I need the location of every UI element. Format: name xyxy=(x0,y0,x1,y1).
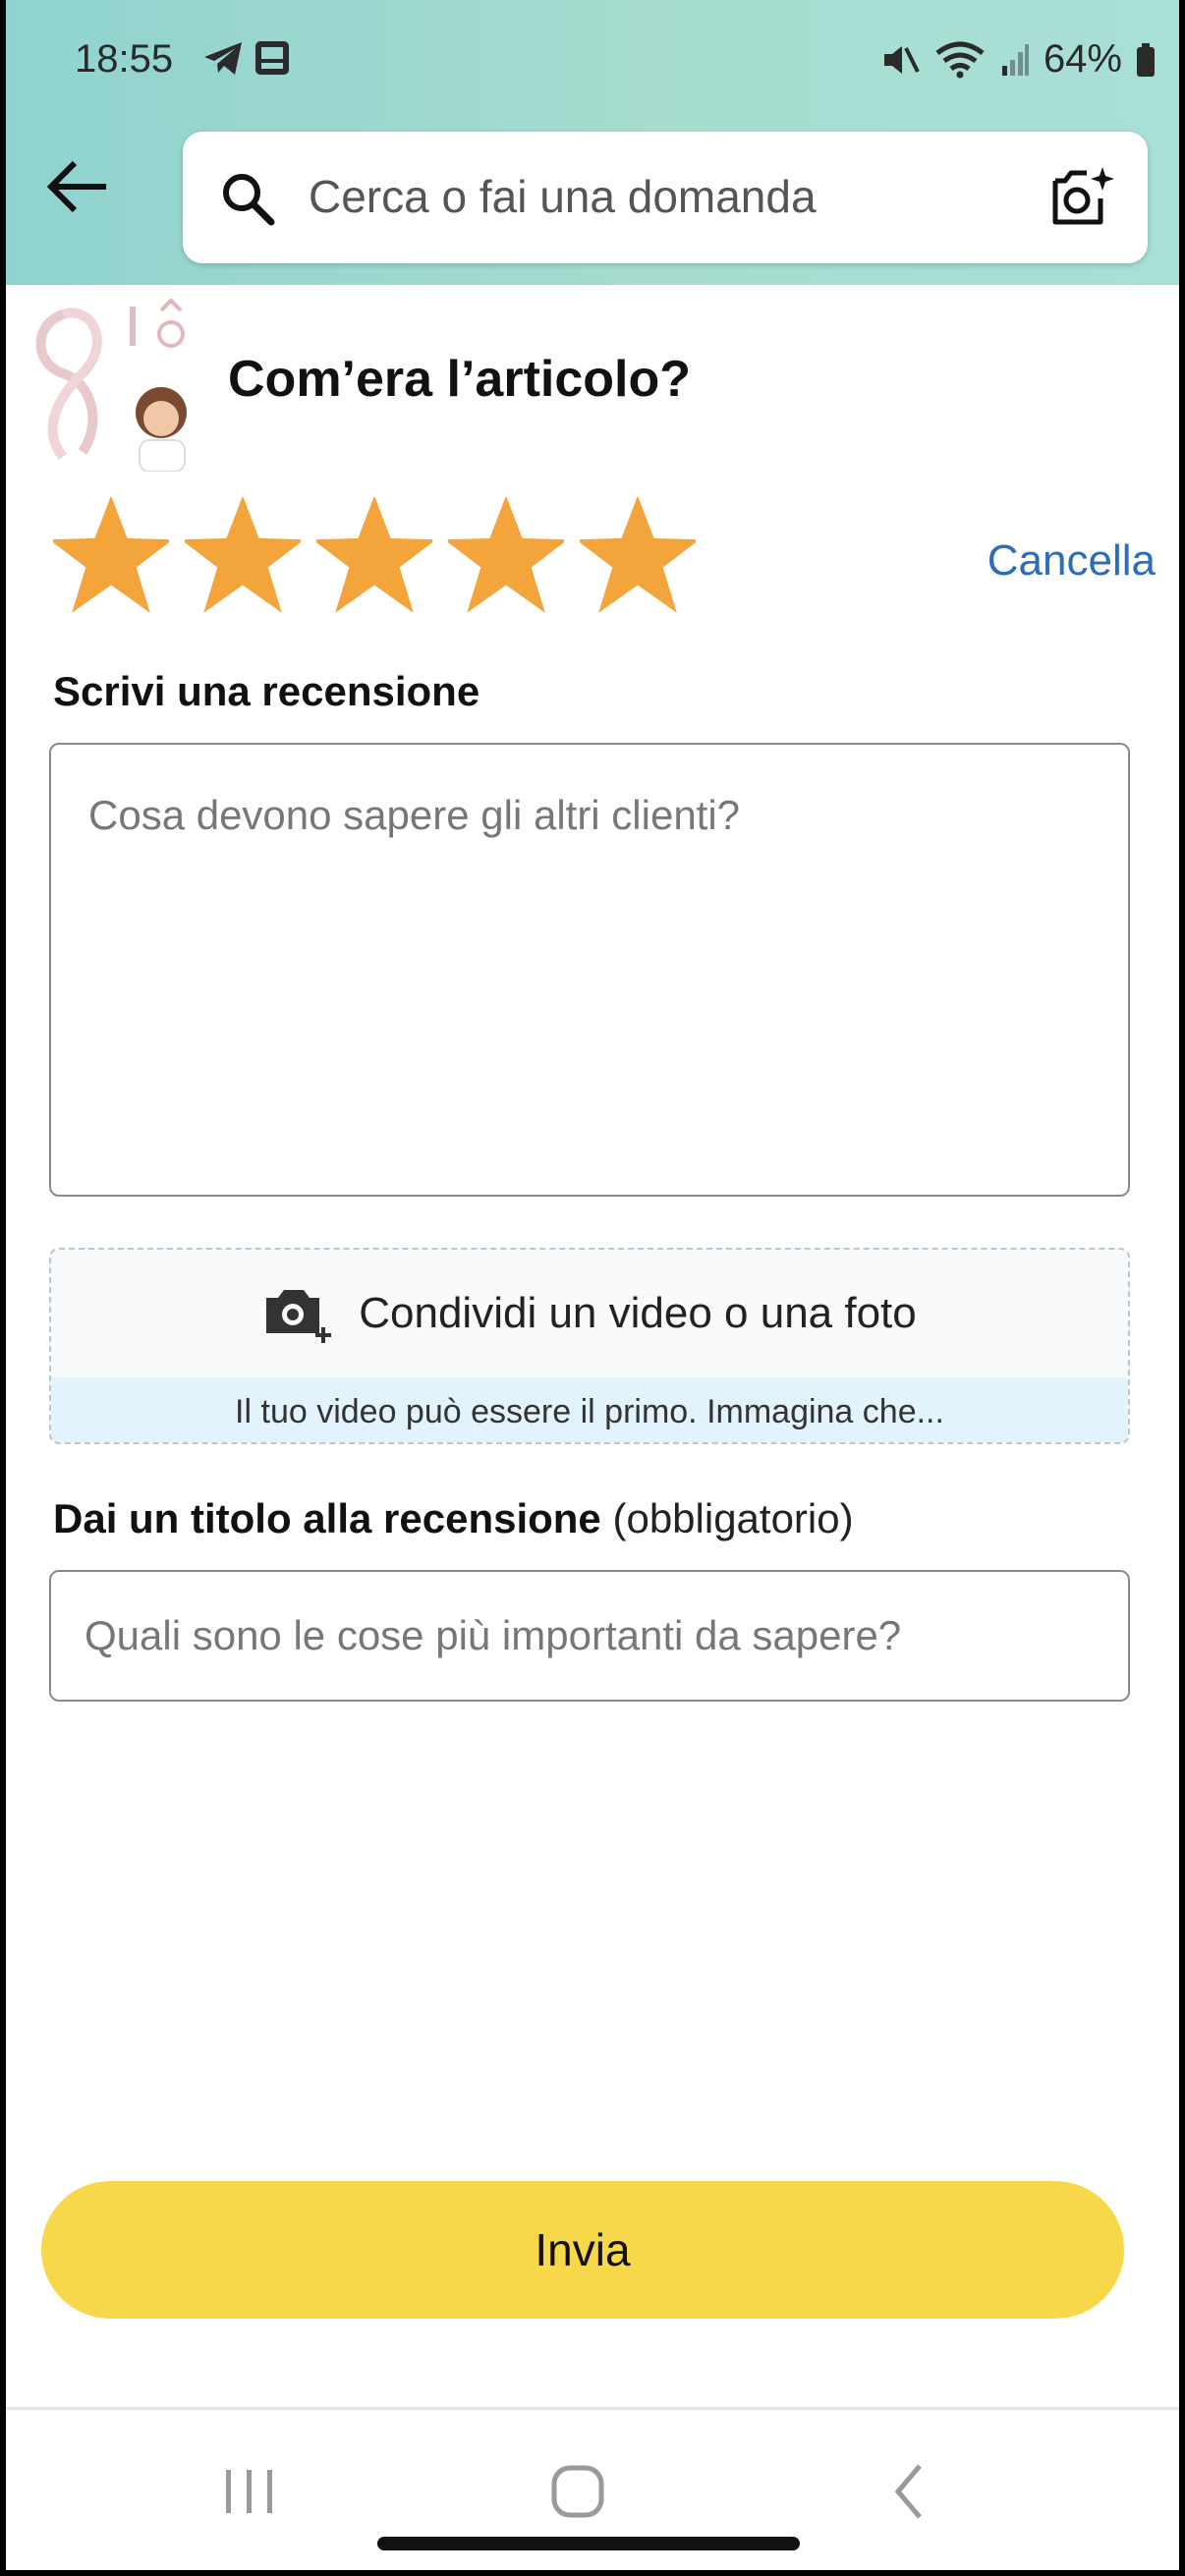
star-2-icon[interactable] xyxy=(185,497,301,613)
cancel-rating-link[interactable]: Cancella xyxy=(988,536,1156,586)
status-indicators: 64% xyxy=(880,37,1156,82)
camera-search-icon[interactable] xyxy=(1047,163,1116,232)
gallery-icon xyxy=(255,41,289,75)
mute-icon xyxy=(883,45,920,74)
search-input[interactable] xyxy=(309,161,996,232)
title-input[interactable] xyxy=(49,1570,1130,1702)
recent-apps-icon[interactable] xyxy=(210,2452,289,2531)
header-band: 18:55 64% Cerca o fai una domanda xyxy=(6,0,1179,285)
review-label: Scrivi una recensione xyxy=(53,668,480,714)
back-nav-icon[interactable] xyxy=(871,2452,949,2531)
search-icon xyxy=(223,174,275,226)
battery-percent: 64% xyxy=(1043,37,1122,81)
share-media-hint: Il tuo video può essere il primo. Immagi… xyxy=(51,1377,1128,1442)
wifi-icon xyxy=(935,41,985,78)
star-4-icon[interactable] xyxy=(448,497,564,613)
status-bar: 18:55 64% xyxy=(6,0,1179,128)
signal-icon xyxy=(1001,43,1029,76)
star-3-icon[interactable] xyxy=(316,497,432,613)
home-indicator[interactable] xyxy=(377,2537,800,2550)
app-screen: 18:55 64% Cerca o fai una domanda Com’er… xyxy=(6,0,1179,2570)
share-media-row: Condividi un video o una foto xyxy=(51,1250,1128,1377)
status-time: 18:55 xyxy=(75,37,174,81)
title-label-required: (obbligatorio) xyxy=(612,1495,854,1541)
product-image xyxy=(24,295,200,472)
telegram-icon xyxy=(204,42,242,75)
star-rating[interactable] xyxy=(53,497,696,625)
star-5-icon[interactable] xyxy=(580,497,696,613)
share-media-label: Condividi un video o una foto xyxy=(359,1289,917,1337)
camera-plus-icon xyxy=(266,1290,332,1343)
share-media-button[interactable]: Condividi un video o una foto Il tuo vid… xyxy=(49,1248,1130,1444)
search-box[interactable] xyxy=(183,132,1148,263)
home-icon[interactable] xyxy=(538,2452,617,2531)
nav-divider xyxy=(6,2407,1179,2410)
star-1-icon[interactable] xyxy=(53,497,169,613)
title-label-text: Dai un titolo alla recensione xyxy=(53,1495,601,1541)
product-question: Com’era l’articolo? xyxy=(228,351,691,408)
title-label: Dai un titolo alla recensione (obbligato… xyxy=(53,1495,854,1542)
back-arrow-icon[interactable] xyxy=(43,157,112,216)
battery-icon xyxy=(1137,42,1155,77)
submit-button[interactable]: Invia xyxy=(41,2181,1124,2319)
review-textarea[interactable] xyxy=(49,743,1130,1197)
